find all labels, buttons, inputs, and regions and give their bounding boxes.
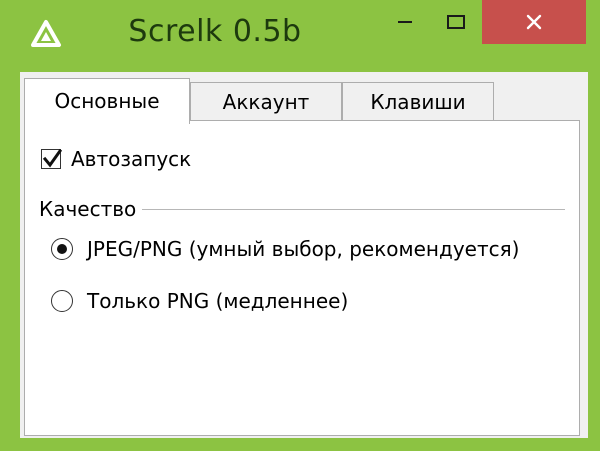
quality-option-label: JPEG/PNG (умный выбор, рекомендуется) <box>87 237 520 261</box>
quality-radio-png-only[interactable] <box>51 290 73 312</box>
autostart-label: Автозапуск <box>71 147 192 171</box>
maximize-button[interactable] <box>430 0 482 44</box>
quality-radio-jpeg-png[interactable] <box>51 238 73 260</box>
window-title: Screlk 0.5b <box>128 14 302 49</box>
quality-option-png-only[interactable]: Только PNG (медленнее) <box>51 289 348 313</box>
tab-account[interactable]: Аккаунт <box>190 82 342 120</box>
autostart-option[interactable]: Автозапуск <box>41 147 191 171</box>
tab-keys[interactable]: Клавиши <box>342 82 494 120</box>
general-panel: Автозапуск Качество JPEG/PNG (умный выбо… <box>24 120 580 436</box>
checkmark-icon <box>42 148 63 168</box>
tab-general[interactable]: Основные <box>24 78 190 124</box>
close-icon <box>526 14 542 30</box>
quality-option-label: Только PNG (медленнее) <box>87 289 349 313</box>
quality-group-title: Качество <box>39 197 143 221</box>
minimize-icon <box>398 21 412 23</box>
maximize-icon <box>447 15 465 29</box>
tab-strip: Основные Аккаунт Клавиши <box>20 72 588 124</box>
minimize-button[interactable] <box>380 0 430 44</box>
quality-option-jpeg-png[interactable]: JPEG/PNG (умный выбор, рекомендуется) <box>51 237 519 261</box>
client-area: Основные Аккаунт Клавиши Автозапуск Каче… <box>20 72 588 438</box>
title-bar[interactable]: Screlk 0.5b <box>0 0 600 66</box>
app-window: Screlk 0.5b Основные Аккаунт Клавиши Авт… <box>0 0 600 451</box>
close-button[interactable] <box>482 0 586 44</box>
autostart-checkbox[interactable] <box>41 148 63 169</box>
